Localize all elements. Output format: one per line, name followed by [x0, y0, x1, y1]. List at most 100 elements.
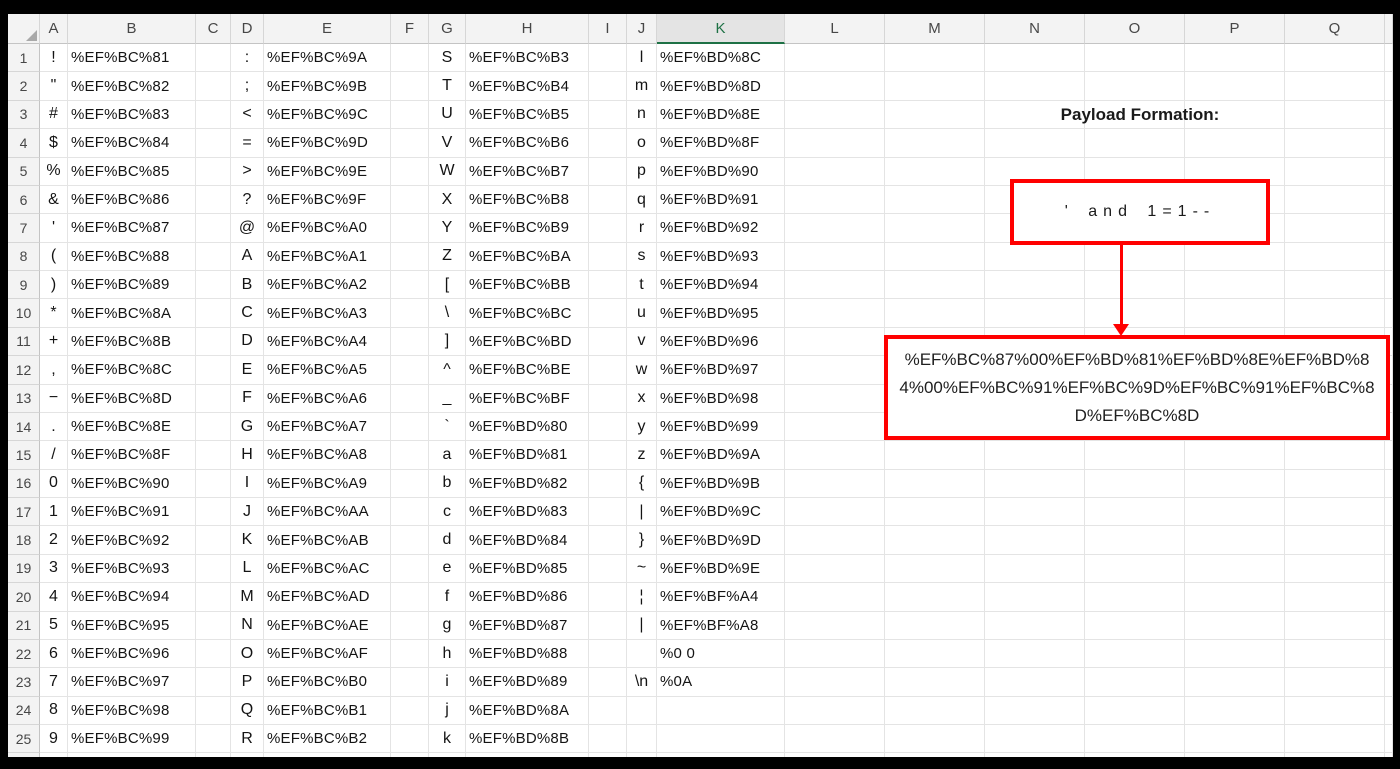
cell-F14[interactable]	[391, 412, 429, 442]
cell-O17[interactable]	[1085, 498, 1185, 527]
cell-G6[interactable]: X	[429, 185, 466, 215]
cell-H8[interactable]: %EF%BC%BA	[466, 242, 589, 271]
cell-F11[interactable]	[391, 327, 429, 357]
cell-I5[interactable]	[589, 157, 627, 186]
cell-K2[interactable]: %EF%BD%8D	[657, 72, 785, 101]
cell-G21[interactable]: g	[429, 611, 466, 640]
cell-J18[interactable]: }	[627, 526, 657, 555]
cell-A3[interactable]: #	[40, 100, 68, 130]
cell-N7[interactable]	[985, 214, 1085, 243]
cell-O12[interactable]	[1085, 356, 1185, 385]
cell-P11[interactable]	[1185, 327, 1285, 357]
cell-I25[interactable]	[589, 725, 627, 754]
row-header-7[interactable]: 7	[8, 214, 40, 243]
cell-P23[interactable]	[1185, 668, 1285, 697]
cell-L3[interactable]	[785, 100, 885, 130]
cell-I8[interactable]	[589, 242, 627, 271]
cell-K7[interactable]: %EF%BD%92	[657, 214, 785, 243]
column-header-Q[interactable]: Q	[1285, 14, 1385, 44]
column-header-K[interactable]: K	[657, 14, 785, 44]
cell-P14[interactable]	[1185, 412, 1285, 442]
cell-P6[interactable]	[1185, 185, 1285, 215]
cell-P19[interactable]	[1185, 554, 1285, 584]
cell-B2[interactable]: %EF%BC%82	[68, 72, 196, 101]
cell-D4[interactable]: =	[231, 129, 264, 158]
cell-H16[interactable]: %EF%BD%82	[466, 469, 589, 498]
row-header-5[interactable]: 5	[8, 157, 40, 186]
cell-B19[interactable]: %EF%BC%93	[68, 554, 196, 584]
cell-L10[interactable]	[785, 299, 885, 328]
cell-O26[interactable]	[1085, 753, 1185, 757]
cell-A15[interactable]: /	[40, 441, 68, 470]
cell-J2[interactable]: m	[627, 72, 657, 101]
column-header-J[interactable]: J	[627, 14, 657, 44]
row-header-6[interactable]: 6	[8, 185, 40, 215]
cell-A19[interactable]: 3	[40, 554, 68, 584]
cell-E16[interactable]: %EF%BC%A9	[264, 469, 391, 498]
cell-A11[interactable]: +	[40, 327, 68, 357]
row-header-1[interactable]: 1	[8, 44, 40, 73]
cell-O3[interactable]	[1085, 100, 1185, 130]
cell-A10[interactable]: *	[40, 299, 68, 328]
cell-K13[interactable]: %EF%BD%98	[657, 384, 785, 413]
cell-M6[interactable]	[885, 185, 985, 215]
cell-M26[interactable]	[885, 753, 985, 757]
cell-N25[interactable]	[985, 725, 1085, 754]
cell-J14[interactable]: y	[627, 412, 657, 442]
cell-E26[interactable]	[264, 753, 391, 757]
cell-B6[interactable]: %EF%BC%86	[68, 185, 196, 215]
cell-O11[interactable]	[1085, 327, 1185, 357]
cell-O15[interactable]	[1085, 441, 1185, 470]
cell-H20[interactable]: %EF%BD%86	[466, 583, 589, 612]
cell-F24[interactable]	[391, 696, 429, 725]
column-header-O[interactable]: O	[1085, 14, 1185, 44]
cell-P26[interactable]	[1185, 753, 1285, 757]
cell-L18[interactable]	[785, 526, 885, 555]
cell-G8[interactable]: Z	[429, 242, 466, 271]
cell-O14[interactable]	[1085, 412, 1185, 442]
cell-F8[interactable]	[391, 242, 429, 271]
cell-D15[interactable]: H	[231, 441, 264, 470]
cell-I6[interactable]	[589, 185, 627, 215]
cell-L16[interactable]	[785, 469, 885, 498]
cell-G7[interactable]: Y	[429, 214, 466, 243]
column-header-P[interactable]: P	[1185, 14, 1285, 44]
cell-Q13[interactable]	[1285, 384, 1385, 413]
cell-E24[interactable]: %EF%BC%B1	[264, 696, 391, 725]
row-header-3[interactable]: 3	[8, 100, 40, 130]
cell-G10[interactable]: \	[429, 299, 466, 328]
cell-J17[interactable]: |	[627, 498, 657, 527]
cell-O1[interactable]	[1085, 44, 1185, 73]
row-header-21[interactable]: 21	[8, 611, 40, 640]
cell-B20[interactable]: %EF%BC%94	[68, 583, 196, 612]
cell-I9[interactable]	[589, 271, 627, 300]
cell-C10[interactable]	[196, 299, 231, 328]
cell-H19[interactable]: %EF%BD%85	[466, 554, 589, 584]
cell-P8[interactable]	[1185, 242, 1285, 271]
cell-E22[interactable]: %EF%BC%AF	[264, 639, 391, 669]
cell-A23[interactable]: 7	[40, 668, 68, 697]
cell-N12[interactable]	[985, 356, 1085, 385]
cell-B18[interactable]: %EF%BC%92	[68, 526, 196, 555]
cell-K10[interactable]: %EF%BD%95	[657, 299, 785, 328]
cell-Q25[interactable]	[1285, 725, 1385, 754]
cell-J8[interactable]: s	[627, 242, 657, 271]
cell-H3[interactable]: %EF%BC%B5	[466, 100, 589, 130]
cell-P12[interactable]	[1185, 356, 1285, 385]
cell-C20[interactable]	[196, 583, 231, 612]
cell-M7[interactable]	[885, 214, 985, 243]
cell-D13[interactable]: F	[231, 384, 264, 413]
cell-P17[interactable]	[1185, 498, 1285, 527]
cell-D7[interactable]: @	[231, 214, 264, 243]
cell-A22[interactable]: 6	[40, 639, 68, 669]
cell-D6[interactable]: ?	[231, 185, 264, 215]
cell-G15[interactable]: a	[429, 441, 466, 470]
cell-K20[interactable]: %EF%BF%A4	[657, 583, 785, 612]
cell-M8[interactable]	[885, 242, 985, 271]
cell-L23[interactable]	[785, 668, 885, 697]
cell-N15[interactable]	[985, 441, 1085, 470]
cell-B4[interactable]: %EF%BC%84	[68, 129, 196, 158]
cell-O20[interactable]	[1085, 583, 1185, 612]
cell-C13[interactable]	[196, 384, 231, 413]
cell-N24[interactable]	[985, 696, 1085, 725]
